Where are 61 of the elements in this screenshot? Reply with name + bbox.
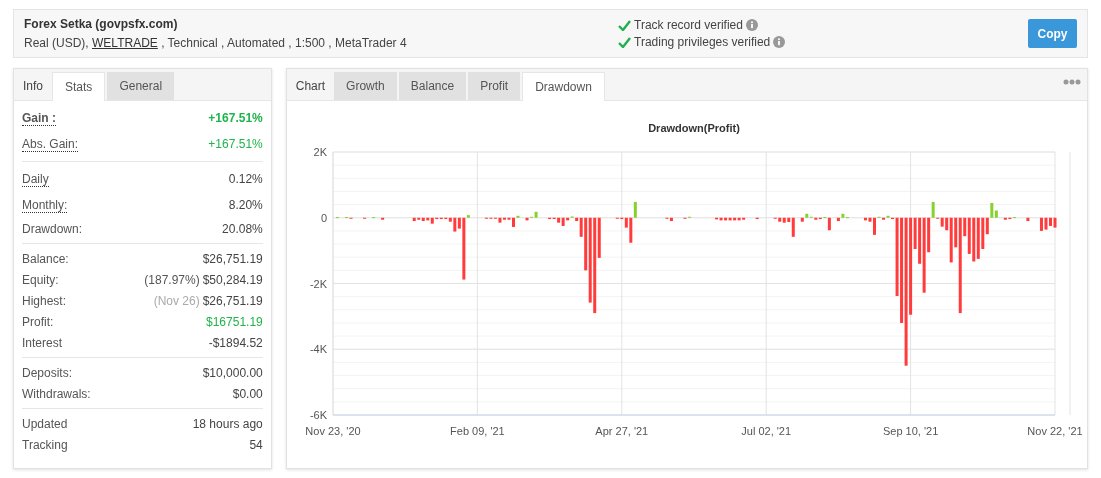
- stat-label: Updated: [22, 416, 68, 431]
- x-axis-label: Feb 09, '21: [449, 425, 505, 437]
- stat-value: +167.51%: [208, 111, 263, 125]
- stat-label[interactable]: Abs. Gain:: [22, 136, 79, 152]
- info-icon[interactable]: [773, 36, 786, 48]
- stat-value: 8.20%: [228, 198, 263, 212]
- stat-value: 18 hours ago: [192, 416, 263, 431]
- account-details: , Technical , Automated , 1:500 , MetaTrader 4: [160, 36, 407, 50]
- stat-label: Deposits:: [22, 365, 73, 380]
- broker-link[interactable]: WELTRADE: [92, 36, 158, 50]
- stat-label: Withdrawals:: [22, 386, 91, 401]
- stat-label[interactable]: Gain :: [22, 110, 56, 126]
- stat-label: Tracking: [22, 437, 68, 452]
- more-icon[interactable]: [1063, 79, 1081, 85]
- x-axis-label: Apr 27, '21: [595, 425, 648, 437]
- stat-value: $0.00: [232, 386, 263, 401]
- y-axis-label: 2K: [313, 146, 327, 158]
- x-axis-label: Nov 23, '20: [305, 425, 361, 437]
- stat-label: Highest:: [22, 293, 67, 308]
- check-icon: [618, 19, 631, 31]
- stat-label: Equity:: [22, 272, 59, 287]
- stat-value: $10,000.00: [202, 365, 263, 380]
- stat-note: (187.97%): [144, 272, 200, 287]
- stat-value: $26,751.19: [202, 251, 263, 266]
- tab[interactable]: Stats: [52, 72, 106, 101]
- stat-value: +167.51%: [208, 137, 263, 151]
- stat-label[interactable]: Monthly:: [22, 197, 68, 213]
- stat-label: Interest: [22, 335, 63, 350]
- stat-value: 0.12%: [228, 172, 263, 186]
- verification-label: Trading privileges verified: [634, 35, 771, 49]
- stat-note: (Nov 26): [153, 293, 200, 308]
- panel-title: Info: [22, 78, 44, 95]
- stat-value: -$1894.52: [208, 335, 263, 350]
- x-axis-label: Jul 02, '21: [741, 425, 791, 437]
- tab[interactable]: Drawdown: [522, 72, 605, 101]
- tab[interactable]: Balance: [398, 72, 467, 100]
- stat-value: 20.08%: [222, 221, 263, 236]
- check-icon: [618, 36, 631, 48]
- stat-label: Balance:: [22, 251, 69, 266]
- stat-label[interactable]: Daily: [22, 171, 49, 187]
- panel-title: Chart: [294, 78, 327, 95]
- stat-value: $50,284.19: [202, 272, 263, 287]
- stat-value: 54: [249, 437, 263, 452]
- account-title: Forex Setka (govpsfx.com): [24, 17, 179, 31]
- info-icon[interactable]: [745, 19, 758, 31]
- x-axis-label: Sep 10, '21: [882, 425, 938, 437]
- tab[interactable]: Growth: [334, 72, 397, 100]
- verification-label: Track record verified: [634, 18, 743, 32]
- tab[interactable]: Profit: [468, 72, 521, 100]
- stat-value: $26,751.19: [202, 293, 263, 308]
- stat-value: $16751.19: [206, 314, 263, 329]
- stat-label: Drawdown:: [22, 221, 83, 236]
- y-axis-label: -4K: [309, 343, 327, 356]
- account-details: Real (USD),: [24, 36, 90, 50]
- stat-label: Profit:: [22, 314, 54, 329]
- y-axis-label: -2K: [309, 277, 327, 290]
- y-axis-label: -6K: [309, 409, 327, 421]
- y-axis-label: 0: [320, 211, 327, 224]
- tab[interactable]: General: [107, 72, 175, 100]
- x-axis-label: Nov 22, '21: [1027, 425, 1083, 437]
- chart-title: Drawdown(Profit): [647, 122, 740, 134]
